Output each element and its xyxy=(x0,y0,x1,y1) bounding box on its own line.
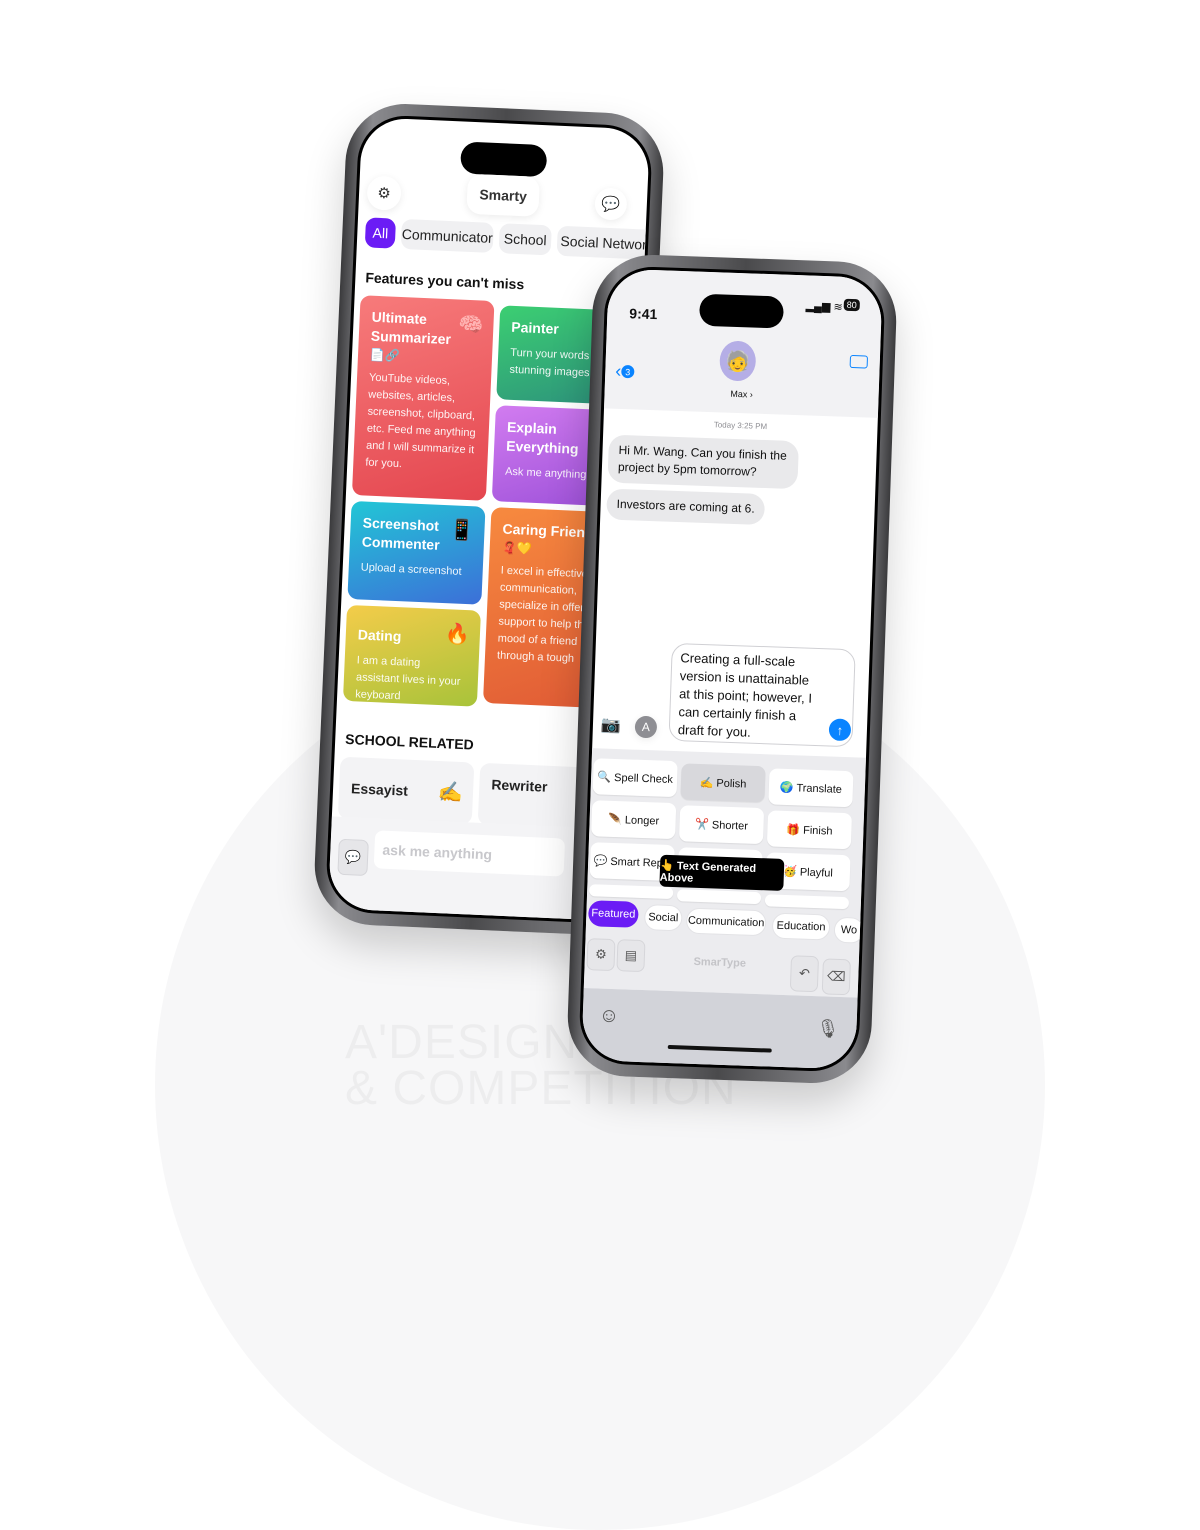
writing-hand-icon: ✍️ xyxy=(437,781,464,805)
keyboard-action-button[interactable]: 🔍 Spell Check xyxy=(592,758,678,798)
card-ultimate-summarizer[interactable]: Ultimate Summarizer 🧠 📄🔗 YouTube videos,… xyxy=(351,295,495,501)
message-timestamp: Today 3:25 PM xyxy=(713,420,768,432)
chip-all[interactable]: All xyxy=(364,217,397,249)
brand-label: SmarType xyxy=(693,955,747,970)
tooltip: 👆 Text Generated Above xyxy=(659,854,785,891)
camera-icon[interactable]: 📷 xyxy=(601,714,622,735)
section-title-features: Features you can't miss xyxy=(365,269,525,293)
card-essayist[interactable]: Essayist ✍️ xyxy=(337,756,475,825)
phone-icon: 📱 xyxy=(449,519,475,543)
keyboard-action-button[interactable]: 🌍 Translate xyxy=(768,768,854,808)
battery-icon: 80 xyxy=(843,298,860,312)
section-title-school: SCHOOL RELATED xyxy=(344,730,475,753)
card-description: I am a dating assistant lives in your ke… xyxy=(354,654,461,703)
dynamic-island xyxy=(460,141,548,178)
tab-education[interactable]: Education xyxy=(771,912,831,941)
tab-more[interactable]: Wo xyxy=(833,916,865,944)
app-store-icon[interactable]: A xyxy=(634,715,658,739)
keyboard-action-button[interactable]: ✂️ Shorter xyxy=(678,805,765,845)
video-call-icon[interactable] xyxy=(849,354,869,369)
status-time: 9:41 xyxy=(629,305,658,323)
brain-icon: 🧠 xyxy=(458,313,484,337)
message-draft-input[interactable]: Creating a full-scale version is unattai… xyxy=(668,642,856,748)
chat-bubble-icon[interactable]: 💬 xyxy=(337,838,369,877)
chip-school[interactable]: School xyxy=(498,223,552,256)
emoji-icon[interactable]: ☺ xyxy=(598,1005,619,1029)
undo-icon[interactable]: ↶ xyxy=(789,955,820,993)
card-screenshot-commenter[interactable]: Screenshot Commenter 📱 Upload a screensh… xyxy=(347,500,486,605)
keyboard-action-button[interactable]: 🪶 Longer xyxy=(591,800,677,840)
keyboard-icon[interactable]: ▤ xyxy=(616,939,646,973)
chip-social-network[interactable]: Social Network xyxy=(556,225,654,261)
back-button[interactable]: ‹ 3 xyxy=(615,361,635,383)
keyboard-action-button[interactable]: ✍️ Polish xyxy=(680,763,766,803)
microphone-icon[interactable]: 🎙 xyxy=(816,1018,840,1040)
gear-icon[interactable]: ⚙ xyxy=(586,938,616,972)
tab-communication[interactable]: Communication xyxy=(685,907,767,937)
message-bubble: Investors are coming at 6. xyxy=(606,488,766,526)
message-bubble: Hi Mr. Wang. Can you finish the project … xyxy=(607,434,799,490)
delete-icon[interactable]: ⌫ xyxy=(821,958,851,996)
unread-badge: 3 xyxy=(621,364,635,379)
doc-link-icon: 📄🔗 xyxy=(369,347,401,363)
card-description: YouTube videos, websites, articles, scre… xyxy=(365,371,476,471)
signal-wifi-icon: ▂▄▆ ≋ xyxy=(805,300,843,314)
keyboard-action-button[interactable]: 🎁 Finish xyxy=(766,810,853,850)
messages-screen: 9:41 ▂▄▆ ≋ 80 ‹ 3 🧓 Max › Today 3:25 PM H… xyxy=(578,265,886,1073)
gear-icon[interactable]: ⚙ xyxy=(366,175,402,211)
right-phone: 9:41 ▂▄▆ ≋ 80 ‹ 3 🧓 Max › Today 3:25 PM H… xyxy=(565,252,899,1086)
app-title: Smarty xyxy=(466,173,540,217)
chat-bubble-icon[interactable]: 💬 xyxy=(594,187,628,221)
dynamic-island xyxy=(698,293,785,329)
tab-social[interactable]: Social xyxy=(643,904,683,932)
fire-icon: 🔥 xyxy=(444,623,471,647)
card-dating[interactable]: Dating 🔥 I am a dating assistant lives i… xyxy=(342,604,481,707)
card-description: Upload a screenshot xyxy=(360,561,462,578)
tab-featured[interactable]: Featured xyxy=(587,900,639,928)
chip-communicator[interactable]: Communicator xyxy=(400,218,494,253)
